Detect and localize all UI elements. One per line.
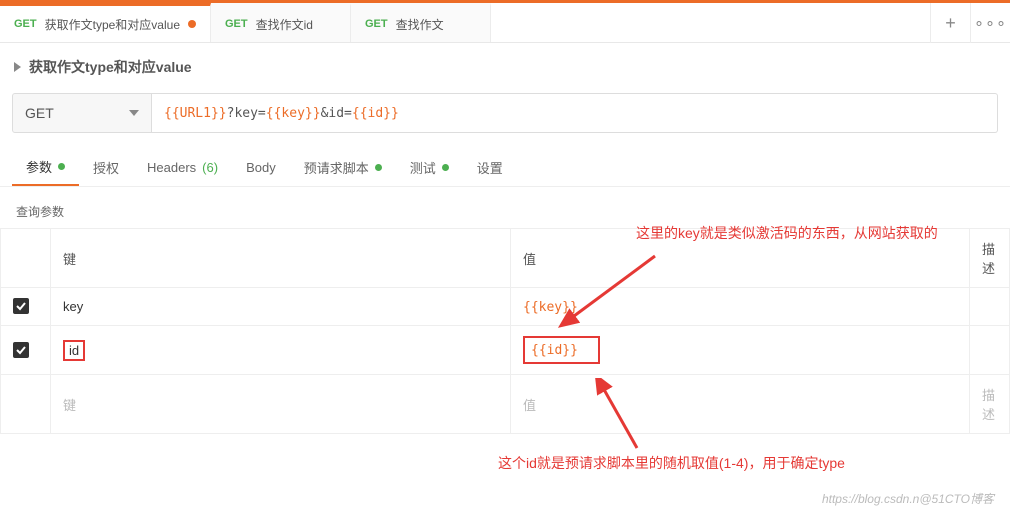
- chevron-down-icon: [129, 110, 139, 116]
- col-checkbox: [1, 229, 51, 288]
- param-value: {{id}}: [531, 343, 578, 358]
- method-badge: GET: [14, 18, 37, 30]
- tab-auth[interactable]: 授权: [79, 149, 133, 186]
- placeholder-value: 值: [523, 398, 536, 413]
- tab-tests-label: 测试: [410, 158, 436, 177]
- headers-count: (6): [202, 160, 218, 175]
- param-value: {{key}}: [523, 300, 578, 315]
- url-text-2: &id=: [321, 106, 352, 121]
- tab-request-2[interactable]: GET 查找作文id: [211, 3, 351, 42]
- section-tabs: 参数 授权 Headers (6) Body 预请求脚本 测试 设置: [0, 149, 1010, 187]
- tab-request-1[interactable]: GET 获取作文type和对应value: [0, 3, 211, 42]
- table-row-empty: 键 值 描述: [1, 375, 1010, 434]
- param-value-cell[interactable]: {{id}}: [511, 326, 970, 375]
- unsaved-dot-icon: [188, 20, 196, 28]
- tab-params-label: 参数: [26, 157, 52, 176]
- param-desc-input[interactable]: 描述: [970, 375, 1010, 434]
- active-dot-icon: [58, 163, 65, 170]
- watermark: https://blog.csdn.n@51CTO博客: [822, 490, 994, 507]
- tab-prereq[interactable]: 预请求脚本: [290, 149, 396, 186]
- placeholder-key: 键: [63, 398, 76, 413]
- url-row: GET {{URL1}}?key={{key}}&id={{id}}: [0, 85, 1010, 149]
- tab-tests[interactable]: 测试: [396, 149, 463, 186]
- row-checkbox[interactable]: [13, 342, 29, 358]
- method-badge: GET: [225, 18, 248, 30]
- tab-body[interactable]: Body: [232, 149, 290, 186]
- url-text-1: ?key=: [227, 106, 266, 121]
- method-value: GET: [25, 105, 54, 121]
- url-token-url1: {{URL1}}: [164, 106, 227, 121]
- request-header: 获取作文type和对应value: [0, 43, 1010, 85]
- method-select[interactable]: GET: [12, 93, 152, 133]
- tab-title: 获取作文type和对应value: [45, 16, 180, 33]
- params-table: 键 值 描述 key {{key}} id {{id}} 键 值: [0, 228, 1010, 434]
- active-dot-icon: [375, 164, 382, 171]
- url-input[interactable]: {{URL1}}?key={{key}}&id={{id}}: [152, 93, 998, 133]
- tab-title: 查找作文: [396, 16, 444, 33]
- url-token-id: {{id}}: [352, 106, 399, 121]
- tab-request-3[interactable]: GET 查找作文: [351, 3, 491, 42]
- tab-settings[interactable]: 设置: [463, 149, 517, 186]
- tab-headers[interactable]: Headers (6): [133, 149, 232, 186]
- query-params-label: 查询参数: [0, 187, 1010, 228]
- col-value: 值: [511, 229, 970, 288]
- param-key-cell[interactable]: key: [51, 288, 511, 326]
- request-tabs: GET 获取作文type和对应value GET 查找作文id GET 查找作文…: [0, 3, 1010, 43]
- tab-actions: + ∘∘∘: [930, 3, 1010, 42]
- annotation-highlight: id: [63, 340, 85, 361]
- tab-prereq-label: 预请求脚本: [304, 158, 369, 177]
- tab-overflow-button[interactable]: ∘∘∘: [970, 3, 1010, 43]
- request-title: 获取作文type和对应value: [29, 57, 192, 77]
- tab-title: 查找作文id: [256, 16, 313, 33]
- tab-params[interactable]: 参数: [12, 149, 79, 186]
- param-value-cell[interactable]: {{key}}: [511, 288, 970, 326]
- table-row: id {{id}}: [1, 326, 1010, 375]
- tab-headers-label: Headers: [147, 160, 196, 175]
- param-desc-cell[interactable]: [970, 326, 1010, 375]
- table-header-row: 键 值 描述: [1, 229, 1010, 288]
- active-dot-icon: [442, 164, 449, 171]
- col-key: 键: [51, 229, 511, 288]
- new-tab-button[interactable]: +: [930, 3, 970, 43]
- url-token-key: {{key}}: [266, 106, 321, 121]
- table-row: key {{key}}: [1, 288, 1010, 326]
- annotation-highlight: {{id}}: [523, 336, 600, 364]
- param-desc-cell[interactable]: [970, 288, 1010, 326]
- row-checkbox[interactable]: [13, 298, 29, 314]
- col-desc: 描述: [970, 229, 1010, 288]
- method-badge: GET: [365, 18, 388, 30]
- param-value-input[interactable]: 值: [511, 375, 970, 434]
- param-key-input[interactable]: 键: [51, 375, 511, 434]
- collapse-icon[interactable]: [14, 62, 21, 72]
- annotation-text-2: 这个id就是预请求脚本里的随机取值(1-4)，用于确定type: [498, 453, 845, 474]
- placeholder-desc: 描述: [982, 388, 995, 422]
- param-key-cell[interactable]: id: [51, 326, 511, 375]
